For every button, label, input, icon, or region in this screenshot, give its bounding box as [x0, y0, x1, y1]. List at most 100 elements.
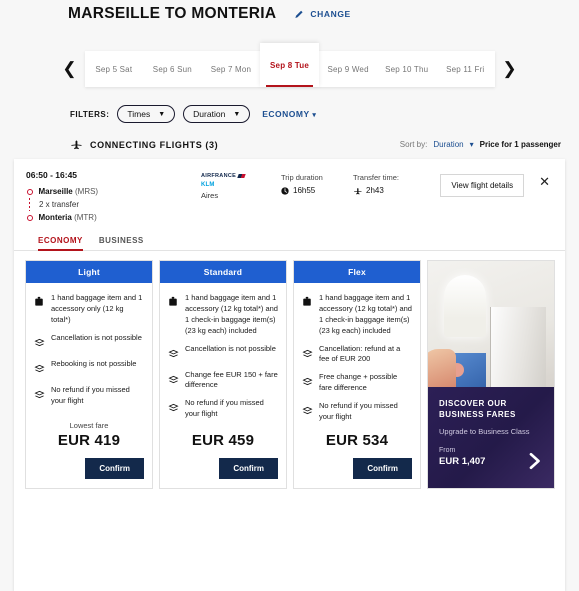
close-icon[interactable]: ✕: [536, 173, 553, 190]
benefit-text: Cancellation is not possible: [51, 332, 142, 342]
benefit-text: 1 hand baggage item and 1 accessory (12 …: [319, 293, 412, 335]
date-tab-sep6[interactable]: Sep 6 Sun: [143, 51, 202, 87]
date-tab-sep11[interactable]: Sep 11 Fri: [436, 51, 495, 87]
fare-card-light: Light 1 hand baggage item and 1 accessor…: [25, 260, 153, 489]
chevron-down-icon[interactable]: ▾: [470, 140, 474, 149]
benefit-text: 1 hand baggage item and 1 accessory only…: [51, 293, 143, 324]
filters-label: FILTERS:: [70, 109, 110, 119]
date-strip: Sep 5 Sat Sep 6 Sun Sep 7 Mon Sep 8 Tue …: [84, 43, 495, 87]
destination-city: Monteria (MTR): [39, 213, 97, 222]
flight-result-card: 06:50 - 16:45 Marseille (MRS) 2 x transf…: [14, 159, 565, 591]
benefit-text: Cancellation: refund at a fee of EUR 200: [319, 343, 401, 364]
benefit-item: Change fee EUR 150 + fare difference: [168, 370, 278, 392]
transfer-time-value: 2h43: [366, 186, 384, 195]
cabin-tabs: ECONOMY BUSINESS: [14, 232, 565, 251]
flight-times: 06:50 - 16:45: [26, 170, 78, 180]
transfer-count: 2 x transfer: [39, 200, 80, 209]
benefit-text: 1 hand baggage item and 1 accessory (12 …: [185, 293, 278, 335]
benefit-item: 1 hand baggage item and 1 accessory (12 …: [302, 293, 412, 337]
cabin-class-label: ECONOMY: [262, 109, 310, 119]
fare-footer-light: Lowest fare EUR 419 Confirm: [26, 421, 152, 488]
sort-by-dropdown[interactable]: Duration: [433, 140, 463, 149]
benefit-item: Cancellation is not possible: [168, 344, 278, 363]
price-passenger-note: Price for 1 passenger: [479, 140, 561, 149]
aires-logo: Aires: [201, 191, 219, 200]
lowest-fare-label: Lowest fare: [69, 420, 109, 430]
benefit-text: No refund if you missed your flight: [319, 401, 398, 421]
fare-name-standard: Standard: [160, 261, 286, 283]
fare-name-flex: Flex: [294, 261, 420, 283]
sort-by-label: Sort by:: [399, 140, 428, 149]
filter-duration-label: Duration: [193, 109, 226, 119]
fare-benefits-light: 1 hand baggage item and 1 accessory only…: [26, 283, 152, 421]
destination-city-name: Monteria: [38, 213, 72, 222]
benefit-item: Cancellation: refund at a fee of EUR 200: [302, 344, 412, 366]
chevron-down-icon: ▼: [158, 110, 166, 118]
confirm-button-standard[interactable]: Confirm: [219, 457, 278, 479]
itinerary: 06:50 - 16:45 Marseille (MRS) 2 x transf…: [26, 170, 201, 224]
ticket-icon: [168, 344, 179, 363]
airfrance-logo: AIRFRANCE: [201, 173, 281, 179]
transfer-row: 2 x transfer: [26, 198, 201, 211]
change-route-button[interactable]: CHANGE: [294, 9, 350, 20]
date-tab-sep7[interactable]: Sep 7 Mon: [202, 51, 261, 87]
benefit-item: No refund if you missed your flight: [302, 401, 412, 423]
transfer-time-value-row: 2h43: [353, 186, 425, 195]
cabin-class-dropdown[interactable]: ECONOMY ▾: [262, 109, 316, 119]
benefit-text: Rebooking is not possible: [51, 358, 137, 368]
ticket-icon: [34, 333, 45, 352]
flight-summary: 06:50 - 16:45 Marseille (MRS) 2 x transf…: [14, 159, 565, 232]
filter-times-dropdown[interactable]: Times ▼: [117, 105, 176, 123]
chevron-right-icon[interactable]: [525, 452, 543, 470]
fare-price-standard: EUR 459: [191, 431, 255, 449]
connecting-flights-bar: CONNECTING FLIGHTS (3) Sort by: Duration…: [0, 123, 579, 150]
fare-footer-flex: EUR 534 Confirm: [294, 430, 420, 488]
date-selector: ❮ Sep 5 Sat Sep 6 Sun Sep 7 Mon Sep 8 Tu…: [0, 23, 579, 87]
destination-city-code: (MTR): [74, 213, 97, 222]
confirm-button-light[interactable]: Confirm: [85, 457, 144, 479]
fare-card-flex: Flex 1 hand baggage item and 1 accessory…: [293, 260, 421, 489]
sort-controls: Sort by: Duration ▾ Price for 1 passenge…: [400, 140, 561, 149]
trip-duration-label: Trip duration: [281, 173, 323, 182]
date-tab-sep5[interactable]: Sep 5 Sat: [85, 51, 144, 87]
benefit-text: Cancellation is not possible: [185, 343, 276, 353]
connecting-flights-title: CONNECTING FLIGHTS (3): [90, 139, 219, 150]
confirm-button-flex[interactable]: Confirm: [353, 457, 412, 479]
benefit-item: No refund if you missed your flight: [34, 385, 144, 407]
filters-bar: FILTERS: Times ▼ Duration ▼ ECONOMY ▾: [0, 87, 579, 123]
trip-duration-value: 16h55: [293, 186, 316, 195]
ticket-icon: [302, 401, 313, 423]
ticket-icon: [302, 372, 313, 394]
baggage-icon: [302, 293, 313, 337]
date-tab-sep9[interactable]: Sep 9 Wed: [319, 51, 378, 87]
ticket-icon: [34, 385, 45, 407]
connecting-flights-heading: CONNECTING FLIGHTS (3): [70, 139, 218, 150]
destination-dot-icon: [26, 214, 33, 221]
ticket-icon: [168, 370, 179, 392]
transfer-time-block: Transfer time: 2h43: [353, 170, 425, 195]
benefit-item: 1 hand baggage item and 1 accessory only…: [34, 293, 144, 326]
origin-city-code: (MRS): [74, 187, 99, 196]
fare-options: Light 1 hand baggage item and 1 accessor…: [14, 251, 565, 489]
date-tab-sep10[interactable]: Sep 10 Thu: [377, 51, 436, 87]
promo-subtitle: Upgrade to Business Class: [439, 426, 530, 436]
view-flight-details-button[interactable]: View flight details: [440, 174, 525, 197]
tab-economy[interactable]: ECONOMY: [38, 236, 83, 251]
airline-logos: AIRFRANCE KLM Aires: [201, 170, 281, 200]
transfer-time-label: Transfer time:: [353, 173, 399, 182]
business-fares-promo[interactable]: DISCOVER OUR BUSINESS FARES Upgrade to B…: [427, 260, 555, 489]
tab-business[interactable]: BUSINESS: [99, 236, 144, 250]
next-dates-button[interactable]: ❯: [499, 54, 521, 84]
origin-dot-icon: [26, 188, 33, 195]
prev-dates-button[interactable]: ❮: [59, 54, 81, 84]
destination-row: Monteria (MTR): [26, 211, 201, 224]
trip-duration-block: Trip duration 16h55: [281, 170, 353, 195]
trip-duration-value-row: 16h55: [281, 186, 353, 195]
fare-price-flex: EUR 534: [325, 431, 389, 449]
promo-panel: DISCOVER OUR BUSINESS FARES Upgrade to B…: [428, 386, 554, 488]
benefit-text: Change fee EUR 150 + fare difference: [185, 369, 278, 390]
filter-duration-dropdown[interactable]: Duration ▼: [183, 105, 251, 123]
date-tab-sep8[interactable]: Sep 8 Tue: [260, 43, 319, 87]
plane-icon: [354, 187, 362, 194]
airfrance-label: AIRFRANCE: [201, 173, 237, 179]
